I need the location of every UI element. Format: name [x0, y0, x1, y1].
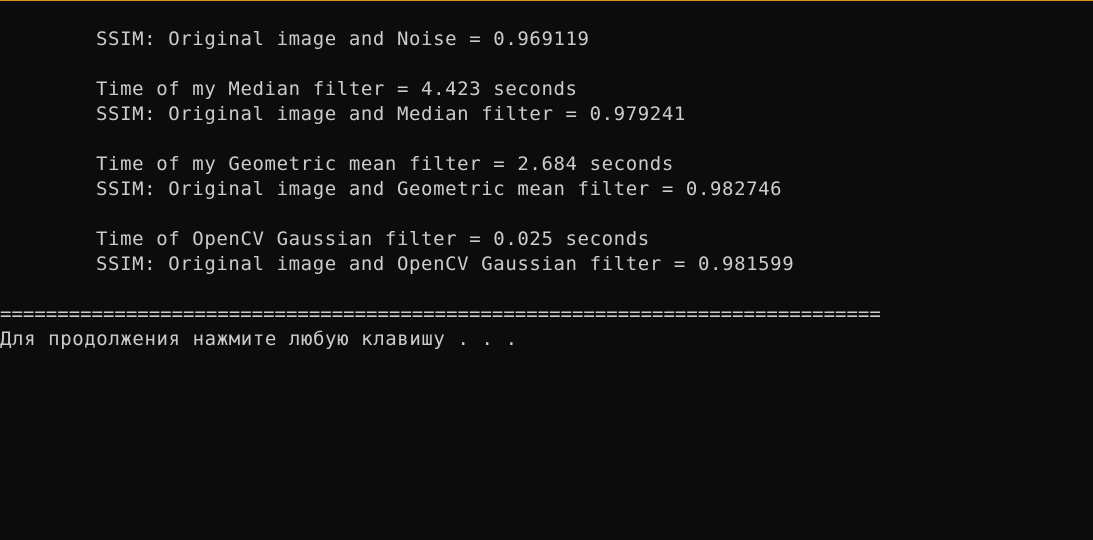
- window-top-border: [0, 0, 1093, 1]
- output-separator: ========================================…: [0, 303, 881, 325]
- press-any-key-prompt: Для продолжения нажмите любую клавишу . …: [0, 328, 518, 350]
- output-time-opencv-gaussian: Time of OpenCV Gaussian filter = 0.025 s…: [96, 228, 650, 250]
- output-time-geometric-mean: Time of my Geometric mean filter = 2.684…: [96, 153, 674, 175]
- output-ssim-geometric-mean: SSIM: Original image and Geometric mean …: [96, 178, 783, 200]
- output-ssim-median: SSIM: Original image and Median filter =…: [96, 103, 686, 125]
- output-time-median: Time of my Median filter = 4.423 seconds: [96, 78, 578, 100]
- output-ssim-noise: SSIM: Original image and Noise = 0.96911…: [96, 28, 590, 50]
- output-ssim-opencv-gaussian: SSIM: Original image and OpenCV Gaussian…: [96, 253, 795, 275]
- console-window[interactable]: SSIM: Original image and Noise = 0.96911…: [0, 0, 1093, 540]
